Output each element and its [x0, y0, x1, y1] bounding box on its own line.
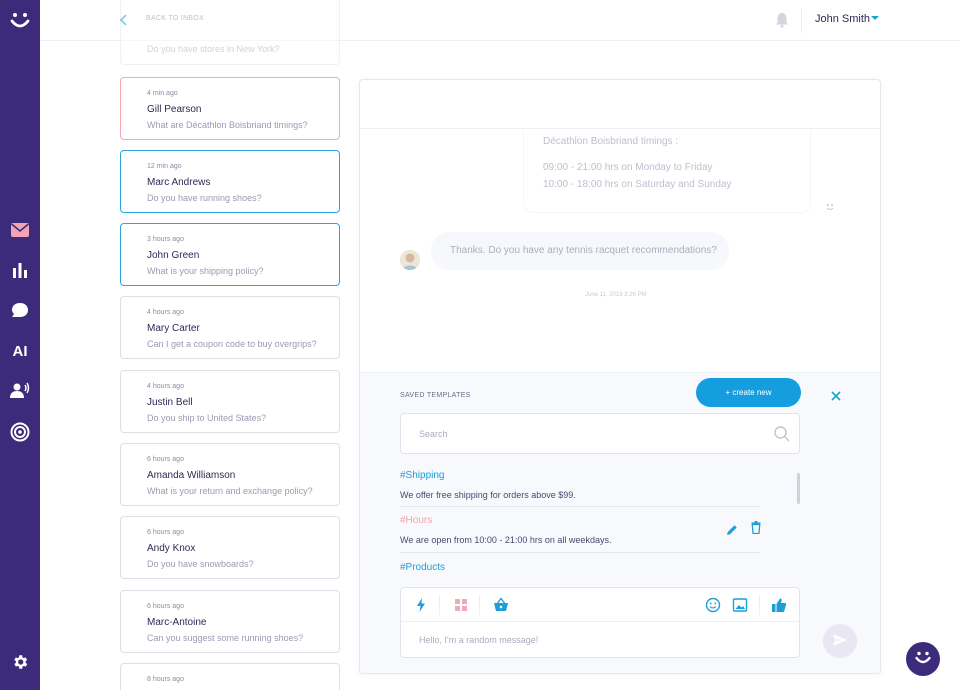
chat-header	[360, 80, 880, 129]
conversation-preview: Do you have snowboards?	[147, 559, 254, 569]
conversation-time: 4 hours ago	[147, 309, 184, 316]
message-thread: Décathlon Boisbriand timings : 09:00 - 2…	[360, 129, 880, 372]
message-composer	[400, 587, 800, 658]
template-item[interactable]: #Hours We are open from 10:00 - 21:00 hr…	[400, 515, 760, 545]
emoji-icon[interactable]	[705, 597, 721, 613]
top-divider	[801, 8, 802, 33]
gift-icon[interactable]	[453, 597, 469, 613]
pencil-icon[interactable]	[726, 523, 738, 535]
conversation-time: 8 hours ago	[147, 676, 184, 683]
send-icon	[833, 633, 847, 646]
create-template-button[interactable]: + create new	[696, 378, 801, 407]
conversation-name: John Green	[147, 250, 200, 261]
conversation-list: Do you have stores in New York? 4 min ag…	[120, 0, 340, 690]
divider	[439, 595, 440, 615]
conversation-preview: What are Décathlon Boisbriand timings?	[147, 120, 308, 130]
conversation-name: Marc Andrews	[147, 177, 211, 188]
conversation-name: Mary Carter	[147, 323, 200, 334]
message-timestamp: June 11, 2019 3:26 PM	[585, 292, 647, 298]
conversation-name: Marc-Antoine	[147, 617, 207, 628]
template-tag: #Products	[400, 562, 446, 573]
conversation-card[interactable]: 12 min ago Marc Andrews Do you have runn…	[120, 150, 340, 213]
divider	[400, 552, 760, 553]
image-icon[interactable]	[732, 597, 748, 613]
conversation-preview: Can I get a coupon code to buy overgrips…	[147, 339, 317, 349]
app-root: AI BACK TO INBOX John Smith Do you have …	[0, 0, 960, 690]
agent-message: Décathlon Boisbriand timings : 09:00 - 2…	[523, 129, 811, 213]
message-input[interactable]	[419, 624, 789, 656]
agent-message-line: 09:00 - 21:00 hrs on Monday to Friday	[543, 162, 713, 173]
conversation-time: 12 min ago	[147, 163, 182, 170]
caret-down-icon[interactable]	[871, 16, 879, 20]
template-search-input[interactable]	[419, 414, 759, 453]
conversation-preview: What is your return and exchange policy?	[147, 486, 313, 496]
conversation-time: 6 hours ago	[147, 603, 184, 610]
conversation-card[interactable]: 4 hours ago Mary Carter Can I get a coup…	[120, 296, 340, 359]
customer-message-text: Thanks. Do you have any tennis racquet r…	[450, 245, 717, 256]
template-search-box	[400, 413, 800, 454]
agent-message-line: 10:00 - 18:00 hrs on Saturday and Sunday	[543, 179, 732, 190]
template-scrollbar[interactable]	[797, 473, 800, 504]
user-voice-icon[interactable]	[9, 379, 31, 401]
chat-bubble-icon[interactable]	[9, 299, 31, 321]
conversation-time: 4 min ago	[147, 90, 178, 97]
send-button[interactable]	[823, 624, 857, 658]
saved-templates-panel: SAVED TEMPLATES + create new #Shipping W…	[360, 372, 880, 673]
agent-message-line: Décathlon Boisbriand timings :	[543, 136, 679, 147]
customer-avatar	[400, 250, 420, 270]
conversation-name: Gill Pearson	[147, 104, 202, 115]
thumbs-up-icon[interactable]	[771, 597, 787, 613]
close-icon[interactable]	[830, 389, 842, 401]
template-tag: #Hours	[400, 515, 433, 526]
conversation-time: 3 hours ago	[147, 236, 184, 243]
divider	[400, 506, 760, 507]
conversation-preview: Do you ship to United States?	[147, 413, 267, 423]
conversation-time: 6 hours ago	[147, 529, 184, 536]
conversation-card[interactable]: 6 hours ago Amanda Williamson What is yo…	[120, 443, 340, 506]
bell-icon[interactable]	[775, 12, 789, 28]
help-chat-button[interactable]	[906, 642, 940, 676]
conversation-card[interactable]: 6 hours ago Marc-Antoine Can you suggest…	[120, 590, 340, 653]
conversation-card[interactable]: 4 min ago Gill Pearson What are Décathlo…	[120, 77, 340, 140]
composer-toolbar	[401, 588, 799, 622]
templates-title: SAVED TEMPLATES	[400, 392, 471, 399]
user-menu-name[interactable]: John Smith	[815, 13, 870, 25]
template-tag: #Shipping	[400, 470, 445, 481]
ai-icon[interactable]: AI	[9, 340, 31, 362]
template-body: We offer free shipping for orders above …	[400, 490, 576, 500]
shopping-basket-icon[interactable]	[493, 597, 509, 613]
trash-icon[interactable]	[751, 521, 761, 535]
sidebar: AI	[0, 0, 40, 690]
conversation-card[interactable]: 4 hours ago Justin Bell Do you ship to U…	[120, 370, 340, 433]
conversation-preview: Do you have stores in New York?	[147, 44, 280, 54]
conversation-name: Amanda Williamson	[147, 470, 236, 481]
target-icon[interactable]	[9, 421, 31, 443]
bar-chart-icon[interactable]	[9, 259, 31, 281]
conversation-preview: Do you have running shoes?	[147, 193, 262, 203]
chat-panel: Décathlon Boisbriand timings : 09:00 - 2…	[359, 79, 881, 674]
conversation-name: Justin Bell	[147, 397, 193, 408]
conversation-preview: What is your shipping policy?	[147, 266, 264, 276]
template-item[interactable]: #Products	[400, 562, 760, 573]
divider	[479, 595, 480, 615]
smile-icon	[915, 651, 931, 663]
bot-smile-icon	[825, 199, 835, 210]
conversation-card[interactable]: Do you have stores in New York?	[120, 0, 340, 65]
divider	[759, 595, 760, 615]
conversation-preview: Can you suggest some running shoes?	[147, 633, 304, 643]
lightning-icon[interactable]	[413, 597, 429, 613]
conversation-card[interactable]: 8 hours ago	[120, 663, 340, 690]
search-icon[interactable]	[773, 425, 791, 443]
conversation-name: Andy Knox	[147, 543, 196, 554]
gear-icon[interactable]	[9, 651, 31, 673]
template-body: We are open from 10:00 - 21:00 hrs on al…	[400, 535, 612, 545]
mail-icon[interactable]	[9, 219, 31, 241]
conversation-card[interactable]: 6 hours ago Andy Knox Do you have snowbo…	[120, 516, 340, 579]
conversation-card[interactable]: 3 hours ago John Green What is your ship…	[120, 223, 340, 286]
brand-logo-icon[interactable]	[8, 9, 32, 33]
customer-message: Thanks. Do you have any tennis racquet r…	[431, 232, 729, 270]
conversation-time: 4 hours ago	[147, 383, 184, 390]
conversation-time: 6 hours ago	[147, 456, 184, 463]
template-item[interactable]: #Shipping We offer free shipping for ord…	[400, 470, 760, 500]
